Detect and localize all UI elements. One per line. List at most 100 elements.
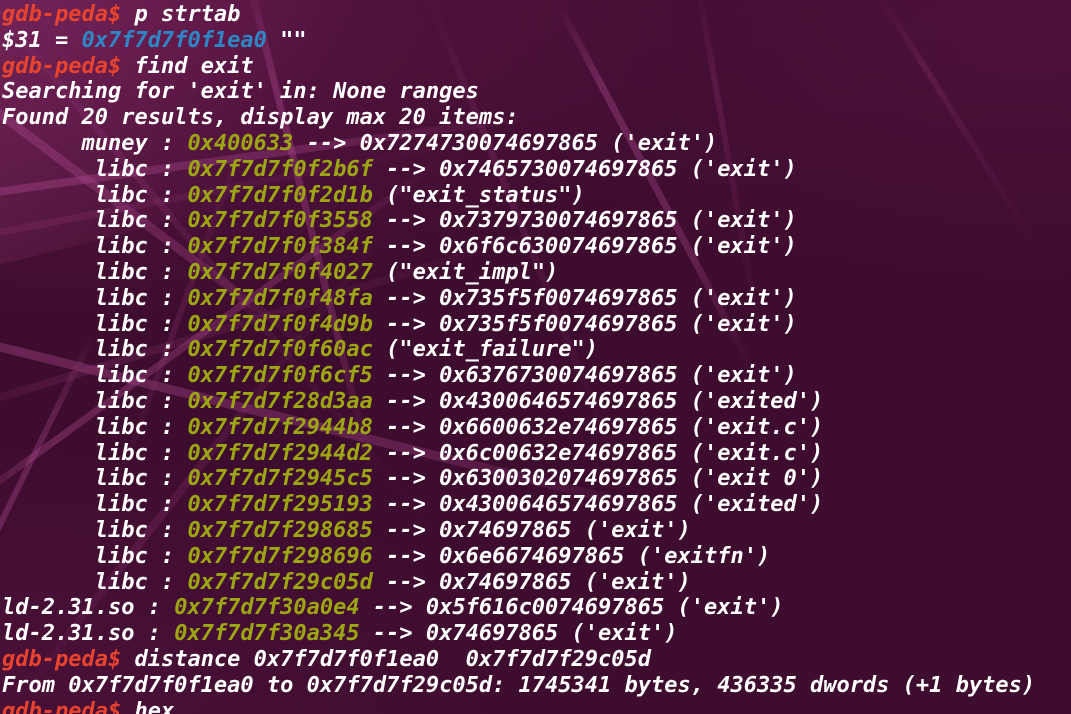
terminal-output-line: libc : 0x7f7d7f0f2b6f --> 0x746573007469… <box>2 157 1071 183</box>
result-address: 0x7f7d7f2945c5 <box>187 466 373 492</box>
result-module-label: libc : <box>2 543 188 569</box>
result-address: 0x7f7d7f0f2d1b <box>187 182 373 208</box>
result-detail: --> 0x6300302074697865 ('exit 0') <box>372 466 824 492</box>
result-module-label: ld-2.31.so : <box>2 621 175 647</box>
terminal-output-line: libc : 0x7f7d7f2944d2 --> 0x6c00632e7469… <box>2 441 1071 467</box>
shell-prompt: gdb-peda$ <box>2 53 122 79</box>
result-address: 0x7f7d7f295193 <box>187 492 373 518</box>
result-detail: --> 0x74697865 ('exit') <box>372 517 691 543</box>
result-address: 0x7f7d7f2944b8 <box>187 414 373 440</box>
shell-command-text: hex <box>121 698 175 714</box>
result-detail: --> 0x6e6674697865 ('exitfn') <box>372 543 771 569</box>
result-address: 0x7f7d7f2944d2 <box>187 440 373 466</box>
terminal-output-line: libc : 0x7f7d7f0f3558 --> 0x737973007469… <box>2 208 1071 234</box>
output-text: From 0x7f7d7f0f1ea0 to 0x7f7d7f29c05d: 1… <box>2 672 1036 698</box>
result-detail: --> 0x74697865 ('exit') <box>359 621 678 647</box>
result-detail: --> 0x7274730074697865 ('exit') <box>293 130 718 156</box>
result-module-label: libc : <box>2 234 188 260</box>
terminal-output-line: libc : 0x7f7d7f298696 --> 0x6e6674697865… <box>2 544 1071 570</box>
shell-command-text: distance 0x7f7d7f0f1ea0 0x7f7d7f29c05d <box>121 646 652 672</box>
shell-prompt: gdb-peda$ <box>2 2 122 27</box>
result-detail: --> 0x7379730074697865 ('exit') <box>372 208 797 234</box>
result-address: 0x7f7d7f298696 <box>187 543 373 569</box>
result-address: 0x7f7d7f0f60ac <box>187 337 373 363</box>
result-address: 0x7f7d7f0f4d9b <box>187 311 373 337</box>
result-module-label: ld-2.31.so : <box>2 595 175 621</box>
output-text: Searching for 'exit' in: None ranges <box>2 79 479 105</box>
result-module-label: libc : <box>2 156 188 182</box>
result-module-label: libc : <box>2 259 188 285</box>
shell-command-text: p strtab <box>121 2 241 27</box>
result-address: 0x7f7d7f28d3aa <box>187 388 373 414</box>
result-detail: --> 0x74697865 ('exit') <box>372 569 691 595</box>
result-module-label: libc : <box>2 492 188 518</box>
result-module-label: libc : <box>2 208 188 234</box>
terminal-output-line: From 0x7f7d7f0f1ea0 to 0x7f7d7f29c05d: 1… <box>2 673 1071 699</box>
result-module-label: libc : <box>2 285 188 311</box>
terminal-output-line: libc : 0x7f7d7f2944b8 --> 0x6600632e7469… <box>2 415 1071 441</box>
gdb-value-suffix: "" <box>266 27 307 53</box>
result-address: 0x7f7d7f0f6cf5 <box>187 363 373 389</box>
result-detail: ("exit_failure") <box>372 337 599 363</box>
terminal-output-line: $31 = 0x7f7d7f0f1ea0 "" <box>2 28 1071 54</box>
terminal-output-line: libc : 0x7f7d7f2945c5 --> 0x630030207469… <box>2 466 1071 492</box>
result-module-label: muney : <box>2 130 188 156</box>
result-address: 0x7f7d7f0f384f <box>187 234 373 260</box>
result-module-label: libc : <box>2 388 188 414</box>
shell-prompt: gdb-peda$ <box>2 698 122 714</box>
terminal-output-line: libc : 0x7f7d7f0f4027 ("exit_impl") <box>2 260 1071 286</box>
gdb-value-prefix: $31 = <box>2 27 82 53</box>
terminal-output-line: ld-2.31.so : 0x7f7d7f30a345 --> 0x746978… <box>2 621 1071 647</box>
terminal-output-line: ld-2.31.so : 0x7f7d7f30a0e4 --> 0x5f616c… <box>2 595 1071 621</box>
terminal-output-line: muney : 0x400633 --> 0x7274730074697865 … <box>2 131 1071 157</box>
result-address: 0x7f7d7f0f4027 <box>187 259 373 285</box>
result-module-label: libc : <box>2 182 188 208</box>
terminal-output-line: libc : 0x7f7d7f0f60ac ("exit_failure") <box>2 337 1071 363</box>
result-address: 0x7f7d7f0f2b6f <box>187 156 373 182</box>
result-detail: --> 0x7465730074697865 ('exit') <box>372 156 797 182</box>
result-address: 0x7f7d7f30a0e4 <box>174 595 360 621</box>
terminal-output-line: libc : 0x7f7d7f28d3aa --> 0x430064657469… <box>2 389 1071 415</box>
result-detail: --> 0x6f6c630074697865 ('exit') <box>372 234 797 260</box>
result-module-label: libc : <box>2 440 188 466</box>
terminal-command-line: gdb-peda$ p strtab <box>2 2 1071 28</box>
result-detail: --> 0x6c00632e74697865 ('exit.c') <box>372 440 824 466</box>
result-module-label: libc : <box>2 311 188 337</box>
terminal-screen[interactable]: gdb-peda$ p strtab $31 = 0x7f7d7f0f1ea0 "… <box>0 0 1071 714</box>
gdb-pointer-value: 0x7f7d7f0f1ea0 <box>81 27 267 53</box>
terminal-window[interactable]: gdb-peda$ p strtab $31 = 0x7f7d7f0f1ea0 "… <box>0 0 1071 714</box>
output-text: Found 20 results, display max 20 items: <box>2 105 519 131</box>
terminal-output-line: libc : 0x7f7d7f298685 --> 0x74697865 ('e… <box>2 518 1071 544</box>
result-detail: --> 0x5f616c0074697865 ('exit') <box>359 595 784 621</box>
result-address: 0x7f7d7f29c05d <box>187 569 373 595</box>
terminal-command-line: gdb-peda$ find exit <box>2 54 1071 80</box>
result-module-label: libc : <box>2 363 188 389</box>
terminal-command-line: gdb-peda$ hex <box>2 699 1071 714</box>
result-detail: ("exit_status") <box>372 182 585 208</box>
terminal-output-line: libc : 0x7f7d7f0f6cf5 --> 0x637673007469… <box>2 363 1071 389</box>
result-address: 0x400633 <box>187 130 294 156</box>
result-detail: --> 0x4300646574697865 ('exited') <box>372 492 824 518</box>
result-address: 0x7f7d7f0f48fa <box>187 285 373 311</box>
result-address: 0x7f7d7f30a345 <box>174 621 360 647</box>
result-detail: ("exit_impl") <box>372 259 559 285</box>
terminal-output-line: libc : 0x7f7d7f0f48fa --> 0x735f5f007469… <box>2 286 1071 312</box>
result-address: 0x7f7d7f0f3558 <box>187 208 373 234</box>
terminal-output-line: libc : 0x7f7d7f0f2d1b ("exit_status") <box>2 183 1071 209</box>
terminal-output-line: libc : 0x7f7d7f0f4d9b --> 0x735f5f007469… <box>2 312 1071 338</box>
result-module-label: libc : <box>2 569 188 595</box>
result-detail: --> 0x6600632e74697865 ('exit.c') <box>372 414 824 440</box>
result-module-label: libc : <box>2 517 188 543</box>
terminal-output-line: Found 20 results, display max 20 items: <box>2 105 1071 131</box>
terminal-output-line: libc : 0x7f7d7f29c05d --> 0x74697865 ('e… <box>2 570 1071 596</box>
result-detail: --> 0x735f5f0074697865 ('exit') <box>372 311 797 337</box>
result-module-label: libc : <box>2 466 188 492</box>
result-detail: --> 0x6376730074697865 ('exit') <box>372 363 797 389</box>
result-address: 0x7f7d7f298685 <box>187 517 373 543</box>
terminal-output-line: Searching for 'exit' in: None ranges <box>2 79 1071 105</box>
result-detail: --> 0x4300646574697865 ('exited') <box>372 388 824 414</box>
shell-prompt: gdb-peda$ <box>2 646 122 672</box>
result-module-label: libc : <box>2 337 188 363</box>
result-module-label: libc : <box>2 414 188 440</box>
result-detail: --> 0x735f5f0074697865 ('exit') <box>372 285 797 311</box>
